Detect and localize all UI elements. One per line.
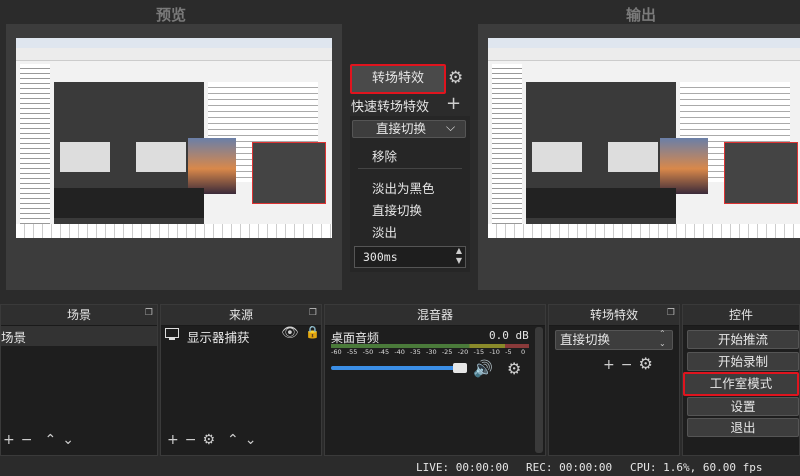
scenes-dock: 场景 ❐ 场景 +− ⌃⌄ <box>0 304 158 456</box>
output-canvas <box>478 24 800 290</box>
meter-tick-label: -35 <box>410 348 421 356</box>
volume-slider[interactable] <box>331 366 467 370</box>
speaker-icon[interactable]: 🔊 <box>473 359 493 378</box>
transitions-dock-title: 转场特效 <box>549 305 679 326</box>
menu-item-remove[interactable]: 移除 <box>372 146 397 165</box>
meter-tick-label: -40 <box>394 348 405 356</box>
meter-tick-label: -60 <box>331 348 342 356</box>
dock-float-icon[interactable]: ❐ <box>667 308 675 318</box>
transitions-dock-toolbar: +−⚙ <box>603 353 659 374</box>
move-up-icon[interactable]: ⌃ <box>44 432 62 448</box>
meter-tick-label: -15 <box>473 348 485 356</box>
exit-button[interactable]: 退出 <box>687 418 799 437</box>
start-recording-button[interactable]: 开始录制 <box>687 352 799 371</box>
start-streaming-button[interactable]: 开始推流 <box>687 330 799 349</box>
chevron-down-icon: ⌵ <box>446 120 456 134</box>
spin-arrows-icon: ⌃ ⌄ <box>659 329 666 348</box>
monitor-icon <box>165 328 179 338</box>
transition-select-value: 直接切换 <box>375 121 426 136</box>
meter-tick-label: -25 <box>441 348 453 356</box>
status-cpu: CPU: 1.6%, 60.00 fps <box>630 461 763 474</box>
transitions-dock-select-value: 直接切换 <box>560 332 611 347</box>
meter-tick-label: -55 <box>346 348 358 356</box>
status-rec: REC: 00:00:00 <box>526 461 613 474</box>
sources-toolbar: +−⚙ ⌃⌄ <box>167 429 263 449</box>
status-bar: LIVE: 00:00:00 REC: 00:00:00 CPU: 1.6%, … <box>0 458 800 476</box>
gear-icon[interactable]: ⚙ <box>202 432 221 448</box>
sources-dock-title: 来源 <box>161 305 321 326</box>
mixer-dock: 混音器 桌面音频 0.0 dB -60 -55 -50 -45 -40 -35 -30 -25… <box>324 304 546 456</box>
menu-item-cut[interactable]: 直接切换 <box>372 200 422 219</box>
move-up-icon[interactable]: ⌃ <box>227 432 245 448</box>
dock-float-icon[interactable]: ❐ <box>309 308 317 318</box>
scenes-toolbar: +− ⌃⌄ <box>3 429 80 449</box>
gear-icon[interactable]: ⚙ <box>448 68 463 88</box>
transition-button[interactable]: 转场特效 <box>350 64 446 94</box>
remove-icon[interactable]: − <box>621 357 639 373</box>
meter-tick-label: -20 <box>457 348 469 356</box>
add-quick-transition-icon[interactable]: + <box>446 93 461 114</box>
dock-float-icon[interactable]: ❐ <box>145 308 153 318</box>
meter-tick-label: -10 <box>489 348 500 356</box>
gear-icon[interactable]: ⚙ <box>638 354 658 373</box>
meter-tick-label: -30 <box>426 348 437 356</box>
duration-value: 300ms <box>363 250 398 264</box>
meter-tick-label: -5 <box>505 348 512 356</box>
output-title: 输出 <box>626 6 657 24</box>
status-live: LIVE: 00:00:00 <box>416 461 509 474</box>
menu-item-fade-to-black[interactable]: 淡出为黑色 <box>372 178 435 197</box>
spin-arrows-icon[interactable]: ▲ ▼ <box>456 246 462 266</box>
preview-title: 预览 <box>156 6 187 24</box>
transitions-dock-select[interactable]: 直接切换 <box>555 330 673 350</box>
controls-dock-title: 控件 <box>683 305 799 326</box>
preview-canvas[interactable] <box>6 24 342 290</box>
menu-item-fade[interactable]: 淡出 <box>372 222 397 241</box>
scenes-dock-title: 场景 <box>1 305 157 326</box>
preview-screen-capture <box>16 38 332 238</box>
volume-slider-handle[interactable] <box>453 363 467 373</box>
lock-icon[interactable]: 🔒 <box>305 325 320 339</box>
output-screen-capture <box>488 38 800 238</box>
add-icon[interactable]: + <box>167 432 185 448</box>
mixer-db-value: 0.0 dB <box>489 329 529 342</box>
scene-item[interactable]: 场景 <box>1 327 26 346</box>
source-item-label[interactable]: 显示器捕获 <box>187 327 250 346</box>
move-down-icon[interactable]: ⌄ <box>62 432 80 448</box>
meter-tick-label: 0 <box>521 348 526 356</box>
remove-icon[interactable]: − <box>21 432 39 448</box>
move-down-icon[interactable]: ⌄ <box>245 432 263 448</box>
gear-icon[interactable]: ⚙ <box>507 359 521 378</box>
studio-mode-button[interactable]: 工作室模式 <box>683 372 799 396</box>
sources-dock: 来源 ❐ 显示器捕获 👁 🔒 +−⚙ ⌃⌄ <box>160 304 322 456</box>
quick-transition-list: 直接切换 ⌵ 移除 淡出为黑色 直接切换 淡出 300ms ▲ ▼ <box>350 116 470 272</box>
meter-tick-label: -45 <box>378 348 390 356</box>
add-icon[interactable]: + <box>603 357 621 373</box>
meter-tick-label: -50 <box>362 348 374 356</box>
quick-transition-label: 快速转场特效 <box>351 100 430 115</box>
eye-icon[interactable]: 👁 <box>281 325 299 341</box>
duration-spinbox[interactable]: 300ms ▲ ▼ <box>354 246 466 268</box>
remove-icon[interactable]: − <box>185 432 203 448</box>
transitions-dock: 转场特效 ❐ 直接切换 ⌃ ⌄ +−⚙ <box>548 304 680 456</box>
meter-ticks: -60 -55 -50 -45 -40 -35 -30 -25 -20 -15 -10 -5 0 <box>331 348 529 358</box>
add-icon[interactable]: + <box>3 432 21 448</box>
settings-button[interactable]: 设置 <box>687 397 799 416</box>
mixer-scrollbar[interactable] <box>535 327 543 453</box>
controls-dock: 控件 开始推流 开始录制 工作室模式 设置 退出 <box>682 304 800 456</box>
mixer-dock-title: 混音器 <box>325 305 545 326</box>
